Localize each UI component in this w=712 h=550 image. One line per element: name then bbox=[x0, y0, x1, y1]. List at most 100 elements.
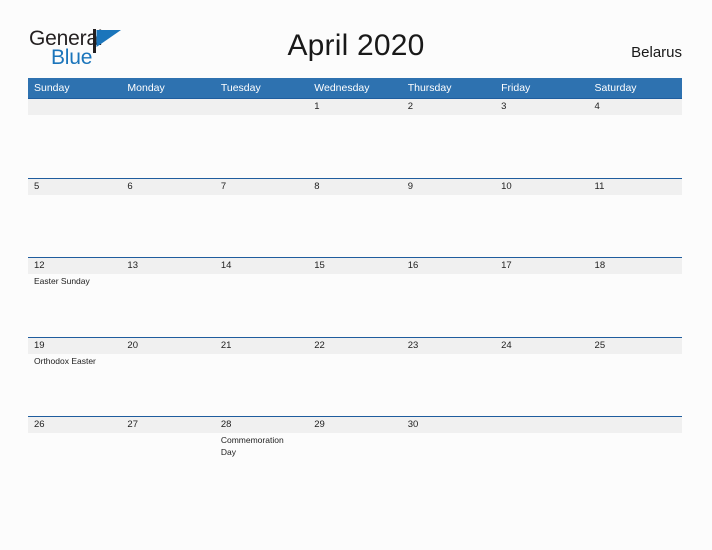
calendar-day-cell[interactable]: 17 bbox=[495, 258, 588, 336]
calendar-day-cell[interactable]: 20 bbox=[121, 338, 214, 416]
day-number bbox=[595, 417, 682, 433]
calendar-day-cell[interactable]: 3 bbox=[495, 99, 588, 177]
day-event bbox=[595, 354, 682, 356]
calendar-day-cell[interactable] bbox=[28, 99, 121, 177]
weekday-header-sunday: Sunday bbox=[34, 82, 70, 94]
calendar-day-cell[interactable]: 4 bbox=[589, 99, 682, 177]
day-event bbox=[408, 354, 495, 356]
day-number: 19 bbox=[34, 339, 45, 351]
calendar-day-cell[interactable]: 22 bbox=[308, 338, 401, 416]
weekday-header-thursday: Thursday bbox=[407, 82, 452, 94]
day-event bbox=[314, 115, 401, 117]
day-number: 17 bbox=[501, 260, 512, 272]
calendar-day-cell[interactable]: 29 bbox=[308, 417, 401, 495]
calendar-week-row: 12 Easter Sunday 13 14 15 16 17 18 bbox=[28, 257, 682, 337]
weekday-header-saturday: Saturday bbox=[594, 82, 637, 94]
day-number: 20 bbox=[127, 339, 138, 351]
day-event bbox=[34, 195, 121, 197]
day-event bbox=[595, 433, 682, 435]
calendar-week-row: 26 27 28 Commemoration Day 29 30 bbox=[28, 416, 682, 496]
day-number: 12 bbox=[34, 260, 45, 272]
day-event bbox=[314, 354, 401, 356]
calendar-day-cell[interactable]: 7 bbox=[215, 179, 308, 257]
day-number: 8 bbox=[314, 180, 320, 192]
calendar-day-cell[interactable]: 11 bbox=[589, 179, 682, 257]
day-number: 18 bbox=[594, 260, 606, 272]
calendar-day-cell[interactable] bbox=[495, 417, 588, 495]
calendar-day-cell[interactable] bbox=[589, 417, 682, 495]
day-number: 10 bbox=[501, 180, 512, 192]
calendar-day-cell[interactable]: 19 Orthodox Easter bbox=[28, 338, 121, 416]
day-number: 26 bbox=[34, 419, 45, 431]
day-number bbox=[127, 99, 214, 115]
day-event bbox=[127, 274, 214, 276]
day-number: 27 bbox=[127, 419, 138, 431]
calendar-day-cell[interactable]: 9 bbox=[402, 179, 495, 257]
day-number: 30 bbox=[407, 419, 419, 431]
day-number: 4 bbox=[594, 101, 600, 112]
calendar-day-cell[interactable]: 8 bbox=[308, 179, 401, 257]
day-event bbox=[314, 433, 401, 435]
page-title: April 2020 bbox=[287, 29, 425, 62]
calendar-day-cell[interactable]: 1 bbox=[308, 99, 401, 177]
calendar-week-row: 1 2 3 4 bbox=[28, 98, 682, 178]
day-event bbox=[408, 433, 495, 435]
day-number: 25 bbox=[594, 339, 606, 351]
calendar-day-cell[interactable]: 24 bbox=[495, 338, 588, 416]
day-event bbox=[501, 433, 588, 435]
day-number: 11 bbox=[594, 180, 605, 192]
day-number: 7 bbox=[220, 180, 227, 192]
day-event bbox=[595, 195, 682, 197]
day-event: Orthodox Easter bbox=[34, 355, 96, 366]
weekday-header-wednesday: Wednesday bbox=[314, 82, 370, 94]
calendar-day-cell[interactable]: 21 bbox=[215, 338, 308, 416]
day-number: 1 bbox=[314, 101, 320, 112]
day-event bbox=[501, 354, 588, 356]
calendar-day-cell[interactable]: 6 bbox=[121, 179, 214, 257]
day-event bbox=[221, 354, 308, 356]
day-number: 28 bbox=[220, 419, 232, 431]
calendar-day-cell[interactable]: 13 bbox=[121, 258, 214, 336]
calendar-day-cell[interactable]: 23 bbox=[402, 338, 495, 416]
weekday-header-tuesday: Tuesday bbox=[220, 82, 261, 94]
day-number: 22 bbox=[314, 339, 325, 351]
calendar-day-cell[interactable]: 30 bbox=[402, 417, 495, 495]
calendar-day-cell[interactable] bbox=[121, 99, 214, 177]
day-number bbox=[34, 99, 121, 115]
calendar-day-cell[interactable]: 2 bbox=[402, 99, 495, 177]
calendar-day-cell[interactable]: 27 bbox=[121, 417, 214, 495]
calendar-day-cell[interactable]: 26 bbox=[28, 417, 121, 495]
day-event bbox=[501, 195, 588, 197]
day-number bbox=[221, 99, 308, 115]
day-number: 14 bbox=[220, 260, 232, 272]
calendar-day-cell[interactable]: 15 bbox=[308, 258, 401, 336]
day-event bbox=[127, 433, 214, 435]
calendar-day-cell[interactable]: 25 bbox=[589, 338, 682, 416]
day-number: 15 bbox=[314, 260, 325, 272]
day-event bbox=[314, 274, 401, 276]
day-event: Easter Sunday bbox=[34, 276, 90, 287]
day-number: 21 bbox=[220, 339, 232, 351]
day-number: 5 bbox=[34, 180, 40, 192]
region-label: Belarus bbox=[631, 44, 682, 61]
calendar-day-cell[interactable]: 28 Commemoration Day bbox=[215, 417, 308, 495]
day-event bbox=[127, 115, 214, 117]
calendar-day-cell[interactable]: 16 bbox=[402, 258, 495, 336]
day-number: 23 bbox=[407, 339, 419, 351]
day-event bbox=[34, 115, 121, 117]
day-number: 29 bbox=[314, 419, 325, 431]
day-event bbox=[221, 195, 308, 197]
day-event bbox=[221, 115, 308, 117]
calendar-day-cell[interactable]: 18 bbox=[589, 258, 682, 336]
calendar-day-cell[interactable] bbox=[215, 99, 308, 177]
calendar-day-cell[interactable]: 12 Easter Sunday bbox=[28, 258, 121, 336]
day-number: 24 bbox=[501, 339, 512, 351]
day-event bbox=[408, 274, 495, 276]
calendar-day-cell[interactable]: 5 bbox=[28, 179, 121, 257]
day-number: 6 bbox=[127, 180, 133, 192]
calendar-day-cell[interactable]: 10 bbox=[495, 179, 588, 257]
weekday-header-row: Sunday Monday Tuesday Wednesday Thursday… bbox=[28, 78, 682, 98]
day-number: 13 bbox=[127, 260, 138, 272]
calendar-day-cell[interactable]: 14 bbox=[215, 258, 308, 336]
day-event bbox=[127, 195, 214, 197]
